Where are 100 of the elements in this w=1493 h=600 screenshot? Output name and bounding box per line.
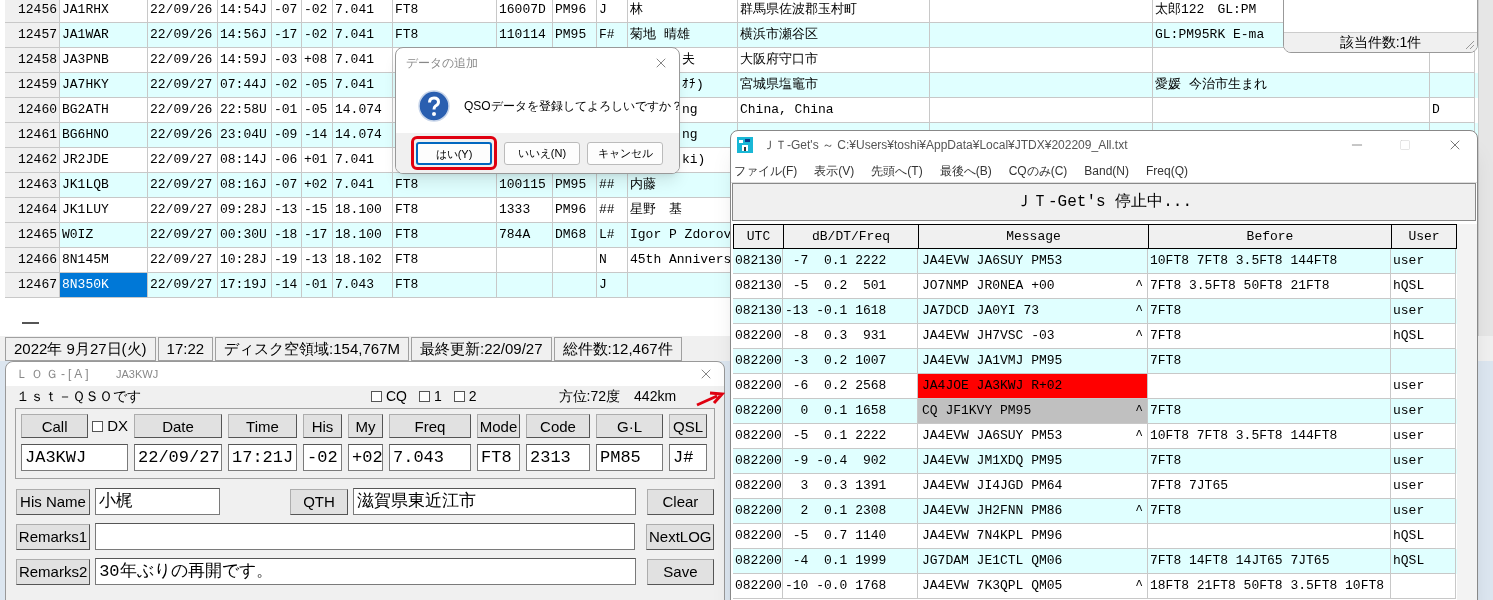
annotation-arrow-icon: [695, 390, 725, 408]
message-text: JA7DCD JA0YI 73: [922, 302, 1040, 321]
input-field[interactable]: PM85: [596, 444, 663, 471]
field-button[interactable]: His Name: [16, 488, 90, 515]
input-field[interactable]: [95, 523, 635, 550]
column-header[interactable]: User: [1392, 225, 1457, 249]
window-title: ＬＯＧ-[A]: [16, 366, 93, 383]
input-field[interactable]: -02: [303, 444, 342, 471]
table-cell: -14: [272, 273, 302, 298]
checkbox-label: DX: [107, 415, 128, 436]
input-field[interactable]: 30年ぶりの再開です。: [95, 558, 636, 585]
message-text: JA4EVW JI4JGD PM64: [922, 477, 1063, 496]
checkbox[interactable]: [92, 420, 104, 432]
menu-item[interactable]: CQのみ(C): [1008, 161, 1068, 180]
field-button[interactable]: QSL: [669, 414, 707, 438]
checkbox[interactable]: [419, 390, 430, 402]
input-field[interactable]: 7.043: [389, 444, 471, 471]
row-number: 12467: [5, 273, 60, 298]
table-cell: FT8: [393, 273, 497, 298]
input-field[interactable]: 2313: [526, 444, 590, 471]
menu-item[interactable]: 先頭へ(T): [871, 161, 923, 180]
dialog-button[interactable]: いいえ(N): [504, 141, 580, 165]
menu-item[interactable]: Freq(Q): [1146, 161, 1188, 180]
resize-grip-icon: [1463, 38, 1475, 50]
message-text: CQ JF1KVY PM95: [922, 402, 1032, 421]
menu-item[interactable]: 最後へ(B): [939, 161, 992, 180]
scrollbar[interactable]: [1457, 224, 1477, 600]
field-button[interactable]: My: [348, 414, 383, 438]
message-text: JA4EVW JA6SUY PM53: [922, 252, 1063, 271]
question-icon: [418, 89, 450, 122]
input-field[interactable]: 小梶: [95, 488, 221, 515]
column-header[interactable]: UTC: [734, 225, 784, 249]
dialog-title: データの追加: [406, 55, 478, 72]
row-number: 12460: [5, 98, 60, 123]
checkbox[interactable]: [371, 390, 382, 402]
field-button[interactable]: Code: [526, 414, 590, 438]
message-text: JA4JOE JA3KWJ R+02: [922, 377, 1063, 396]
marker-text: ^: [1135, 302, 1143, 321]
row-number: 12461: [5, 123, 60, 148]
marker-text: ^: [1135, 327, 1143, 346]
status-text: ディスク空領域:154,767M: [215, 337, 409, 361]
input-field[interactable]: JA3KWJ: [21, 444, 128, 471]
table-cell: 7.043: [333, 273, 393, 298]
column-header[interactable]: Message: [919, 225, 1149, 249]
marker-text: ^: [1135, 427, 1143, 446]
checkbox-label: 1: [434, 386, 442, 406]
checkbox-label: CQ: [386, 386, 407, 406]
dialog-button[interactable]: はい(Y): [416, 142, 492, 166]
table-cell: 8N350K: [60, 273, 148, 298]
field-button[interactable]: NextLOG: [646, 523, 714, 550]
checkbox-label: 2: [468, 386, 477, 406]
field-button[interactable]: His: [303, 414, 342, 438]
input-field[interactable]: 滋賀県東近江市: [352, 488, 636, 515]
status-text: 総件数:12,467件: [553, 337, 682, 361]
field-button[interactable]: Mode: [477, 414, 520, 438]
message-text: JA4EVW JH7VSC -03: [922, 327, 1055, 346]
checkbox[interactable]: [453, 390, 465, 402]
field-button[interactable]: G·L: [596, 414, 663, 438]
field-button[interactable]: Date: [134, 414, 222, 438]
status-text: 2022年 9月27日(火): [5, 337, 156, 361]
table-cell: -01: [302, 273, 333, 298]
field-button[interactable]: Freq: [389, 414, 471, 438]
table-cell: J: [597, 273, 628, 298]
field-button[interactable]: Time: [228, 414, 297, 438]
window-subtitle: JA3KWJ: [116, 366, 159, 382]
row-number: 12457: [5, 23, 60, 48]
field-button[interactable]: Remarks1: [16, 523, 91, 550]
field-button[interactable]: Clear: [646, 488, 714, 515]
input-field[interactable]: J#: [669, 444, 707, 471]
message-text: JA4EVW JM1XDQ PM95: [922, 452, 1063, 471]
message-text: JA4EVW JA1VMJ PM95: [922, 352, 1063, 371]
field-button[interactable]: QTH: [290, 488, 348, 515]
message-text: JO7NMP JR0NEA +00: [922, 277, 1055, 296]
window-title: ＪＴ-Get's ～ C:¥Users¥toshi¥AppData¥Local¥JTDX¥202209_All.txt: [763, 137, 1128, 154]
message-text: JA4EVW JH2FNN PM86: [922, 502, 1063, 521]
field-button[interactable]: Remarks2: [16, 558, 91, 585]
column-header[interactable]: dB/DT/Freq: [784, 225, 919, 249]
row-number: 12464: [5, 198, 60, 223]
row-number: 12462: [5, 148, 60, 173]
message-text: JG7DAM JE1CTL QM06: [922, 552, 1063, 571]
bearing-text: 方位:72度 442km: [558, 386, 677, 406]
input-field[interactable]: 17:21J: [228, 444, 297, 471]
column-header[interactable]: Before: [1149, 225, 1392, 249]
menu-item[interactable]: 表示(V): [814, 161, 855, 180]
app-icon: [737, 137, 753, 153]
scrollbar[interactable]: [1478, 0, 1493, 336]
menu-item[interactable]: Band(N): [1084, 161, 1129, 180]
field-button[interactable]: Call: [21, 414, 89, 438]
status-button[interactable]: ＪＴ-Get's 停止中...: [732, 183, 1476, 221]
dialog-button[interactable]: キャンセル: [587, 141, 663, 165]
notice-text: １ｓｔ－ＱＳＯです: [16, 386, 142, 406]
table-cell: 082200: [733, 574, 783, 599]
input-field[interactable]: FT8: [477, 444, 520, 471]
status-text: 最終更新:22/09/27: [411, 337, 552, 361]
marker-text: ^: [1135, 402, 1143, 421]
field-button[interactable]: Save: [646, 558, 714, 585]
table-cell: -10 -0.0 1768: [783, 574, 918, 599]
new-row-marker: [22, 322, 39, 324]
input-field[interactable]: 22/09/27: [134, 444, 222, 471]
input-field[interactable]: +02: [348, 444, 383, 471]
